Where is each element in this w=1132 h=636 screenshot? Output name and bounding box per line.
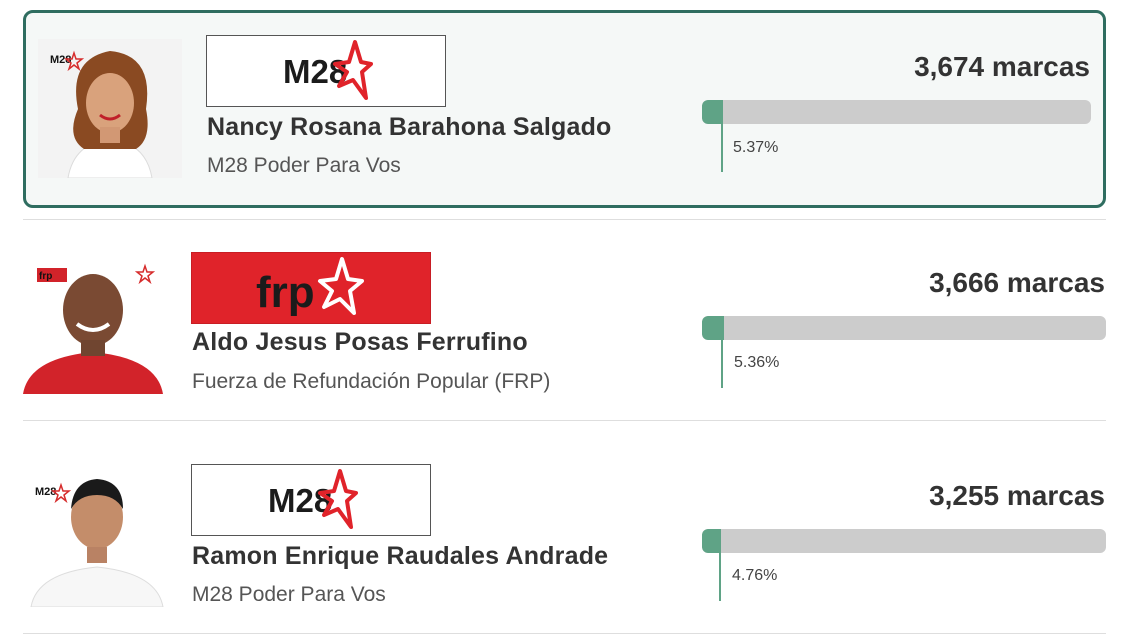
party-logo-frp: frp — [191, 252, 431, 324]
party-name: Fuerza de Refundación Popular (FRP) — [192, 370, 551, 393]
candidate-name: Aldo Jesus Posas Ferrufino — [192, 328, 528, 356]
progress-bar-fill — [702, 100, 723, 124]
party-logo-text: M28 — [268, 482, 332, 519]
percent-marker — [721, 334, 723, 388]
party-name: M28 Poder Para Vos — [207, 154, 401, 177]
percent-label: 5.37% — [733, 139, 779, 156]
candidate-name: Ramon Enrique Raudales Andrade — [192, 542, 609, 570]
progress-bar — [702, 316, 1106, 340]
percent-label: 5.36% — [734, 354, 780, 371]
candidate-photo: M28 — [23, 473, 167, 607]
progress-bar — [702, 529, 1106, 553]
party-logo-text: M28 — [283, 53, 347, 90]
percent-label: 4.76% — [732, 567, 778, 584]
photo-badge: frp — [39, 271, 52, 282]
percent-marker — [721, 118, 723, 172]
vote-count: 3,666 marcas — [929, 267, 1105, 298]
divider — [23, 420, 1106, 421]
party-name: M28 Poder Para Vos — [192, 583, 386, 606]
party-logo-m28: M28 — [191, 464, 431, 536]
vote-count: 3,255 marcas — [929, 480, 1105, 511]
candidate-name: Nancy Rosana Barahona Salgado — [207, 113, 612, 141]
candidate-photo: frp — [23, 262, 163, 394]
vote-count: 3,674 marcas — [914, 51, 1090, 82]
party-logo-m28: M28 — [206, 35, 446, 107]
percent-marker — [719, 547, 721, 601]
divider — [23, 633, 1106, 634]
divider — [23, 219, 1106, 220]
party-logo-text: frp — [256, 268, 315, 317]
progress-bar — [702, 100, 1091, 124]
candidate-photo: M28 — [38, 39, 182, 178]
